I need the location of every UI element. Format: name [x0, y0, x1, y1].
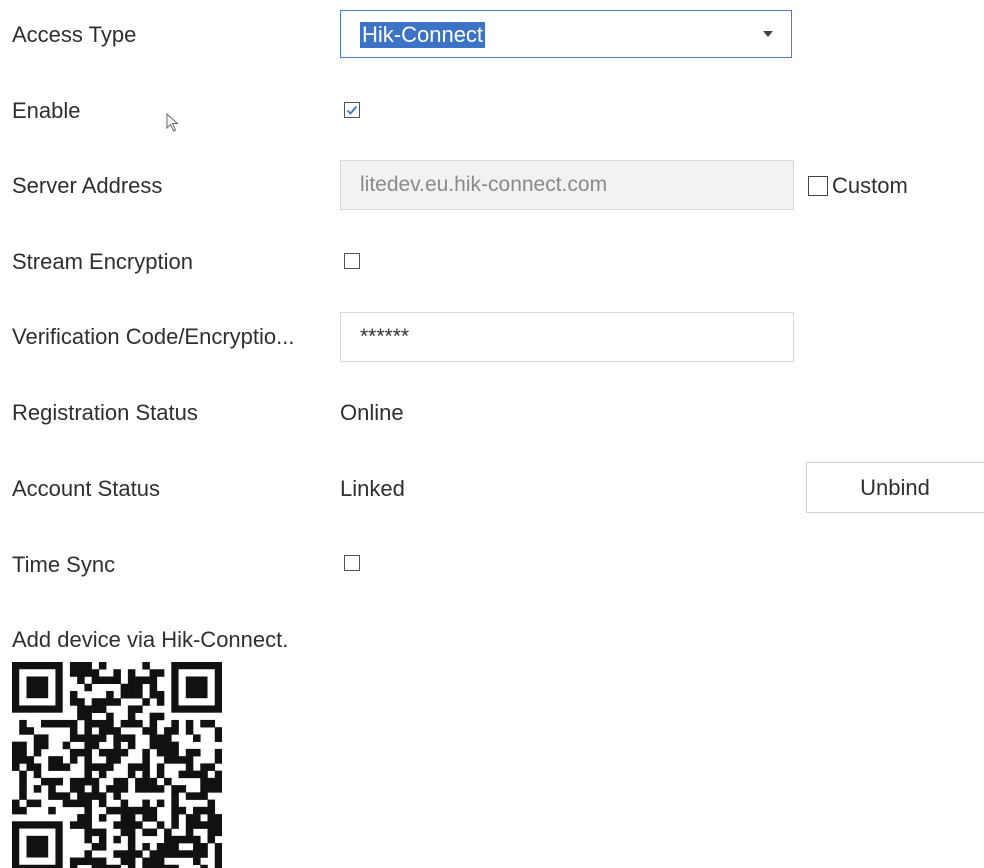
account-status-value: Linked — [340, 476, 405, 501]
custom-label: Custom — [832, 173, 908, 198]
time-sync-checkbox[interactable] — [344, 555, 360, 571]
account-status-label: Account Status — [12, 476, 160, 501]
hik-connect-settings-panel: Access Type Hik-Connect Enable Server Ad… — [0, 0, 984, 868]
server-address-field: litedev.eu.hik-connect.com — [340, 160, 794, 210]
qr-caption: Add device via Hik-Connect. — [12, 627, 289, 652]
access-type-label: Access Type — [12, 22, 137, 47]
access-type-select[interactable]: Hik-Connect — [340, 10, 792, 58]
access-type-value: Hik-Connect — [360, 22, 486, 48]
custom-checkbox[interactable] — [808, 176, 828, 196]
qr-code — [12, 662, 222, 868]
stream-encryption-label: Stream Encryption — [12, 249, 193, 274]
time-sync-label: Time Sync — [12, 552, 116, 577]
registration-status-value: Online — [340, 400, 404, 425]
enable-label: Enable — [12, 98, 81, 123]
stream-encryption-checkbox[interactable] — [344, 253, 360, 269]
custom-server-option[interactable]: Custom — [808, 173, 908, 199]
verification-code-input[interactable]: ****** — [340, 312, 794, 362]
registration-status-label: Registration Status — [12, 400, 198, 425]
server-address-label: Server Address — [12, 173, 163, 198]
chevron-down-icon[interactable] — [763, 31, 773, 37]
checkmark-icon — [346, 105, 358, 115]
enable-checkbox[interactable] — [344, 102, 360, 118]
mouse-pointer-icon — [166, 113, 179, 132]
unbind-button[interactable]: Unbind — [806, 462, 984, 513]
verification-code-label: Verification Code/Encryptio... — [12, 324, 295, 349]
